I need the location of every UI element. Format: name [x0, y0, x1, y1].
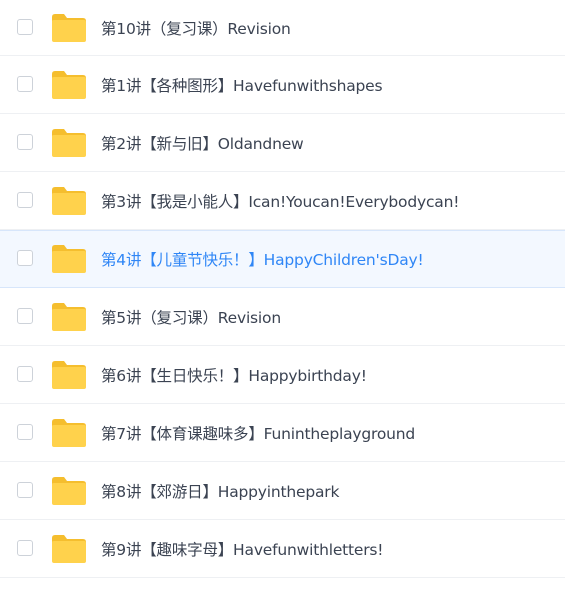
row-checkbox[interactable] — [17, 365, 33, 382]
folder-icon — [52, 70, 86, 99]
file-row[interactable]: 第5讲（复习课）Revision — [0, 288, 565, 346]
file-list: 第10讲（复习课）Revision 第1讲【各种图形】Havefunwithsh… — [0, 0, 565, 598]
file-name[interactable]: 第7讲【体育课趣味多】Funintheplayground — [101, 422, 415, 444]
row-checkbox[interactable] — [17, 423, 33, 440]
row-checkbox[interactable] — [17, 18, 33, 35]
file-name[interactable]: 第10讲（复习课）Revision — [101, 17, 291, 39]
file-name[interactable]: 第9讲【趣味字母】Havefunwithletters! — [101, 538, 384, 560]
file-name[interactable]: 第1讲【各种图形】Havefunwithshapes — [101, 74, 383, 96]
file-name[interactable]: 第4讲【儿童节快乐！】HappyChildren'sDay! — [101, 248, 424, 270]
folder-icon — [52, 360, 86, 389]
folder-icon — [52, 534, 86, 563]
row-checkbox[interactable] — [17, 539, 33, 556]
row-checkbox[interactable] — [17, 481, 33, 498]
file-row[interactable]: 第6讲【生日快乐！】Happybirthday! — [0, 346, 565, 404]
folder-icon — [52, 302, 86, 331]
file-name[interactable]: 第8讲【郊游日】Happyinthepark — [101, 480, 339, 502]
file-row[interactable]: 第3讲【我是小能人】Ican!Youcan!Everybodycan! — [0, 172, 565, 230]
row-checkbox[interactable] — [17, 191, 33, 208]
file-row[interactable]: 第1讲【各种图形】Havefunwithshapes — [0, 56, 565, 114]
folder-icon — [52, 128, 86, 157]
file-name[interactable]: 第2讲【新与旧】Oldandnew — [101, 132, 304, 154]
row-checkbox[interactable] — [17, 307, 33, 324]
file-row-selected[interactable]: 第4讲【儿童节快乐！】HappyChildren'sDay! — [0, 230, 565, 288]
file-name[interactable]: 第6讲【生日快乐！】Happybirthday! — [101, 364, 367, 386]
folder-icon — [52, 245, 86, 273]
row-checkbox[interactable] — [17, 75, 33, 92]
folder-icon — [52, 186, 86, 215]
file-row[interactable]: 第9讲【趣味字母】Havefunwithletters! — [0, 520, 565, 578]
row-checkbox[interactable] — [17, 250, 33, 266]
file-name[interactable]: 第3讲【我是小能人】Ican!Youcan!Everybodycan! — [101, 190, 459, 212]
folder-icon — [52, 476, 86, 505]
file-row[interactable]: 第2讲【新与旧】Oldandnew — [0, 114, 565, 172]
file-row[interactable]: 第7讲【体育课趣味多】Funintheplayground — [0, 404, 565, 462]
file-row[interactable]: 第10讲（复习课）Revision — [0, 0, 565, 56]
folder-icon — [52, 13, 86, 42]
file-name[interactable]: 第5讲（复习课）Revision — [101, 306, 281, 328]
file-row[interactable]: 第8讲【郊游日】Happyinthepark — [0, 462, 565, 520]
folder-icon — [52, 418, 86, 447]
row-checkbox[interactable] — [17, 133, 33, 150]
